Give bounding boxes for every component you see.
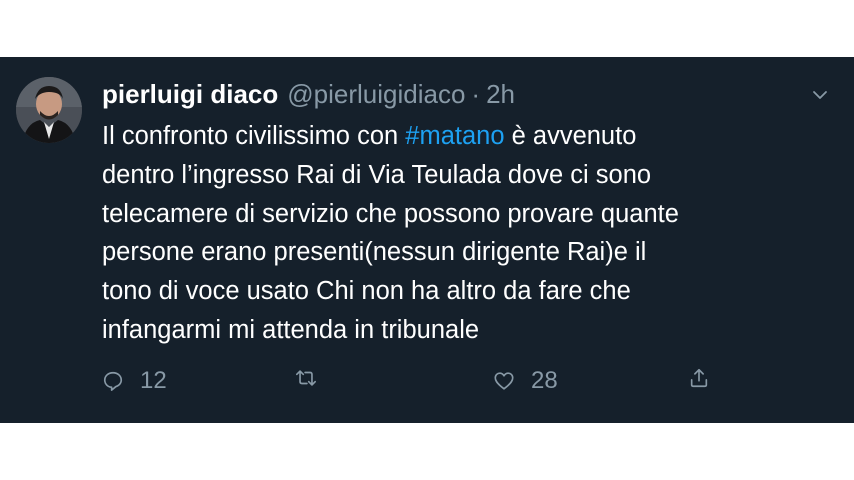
tweet-actions: 12 28 bbox=[102, 367, 722, 401]
share-icon bbox=[690, 368, 708, 388]
retweet-button[interactable] bbox=[295, 367, 333, 389]
tweet-text-after: è avvenuto dentro l’ingresso Rai di Via … bbox=[102, 122, 679, 344]
reply-icon bbox=[103, 371, 123, 391]
hashtag-link[interactable]: #matano bbox=[405, 122, 504, 150]
separator-dot: · bbox=[471, 79, 481, 109]
tweet-timestamp[interactable]: 2h bbox=[486, 79, 515, 110]
author-handle[interactable]: @pierluigidiaco bbox=[287, 79, 465, 110]
tweet-text-before: Il confronto civilissimo con bbox=[102, 122, 406, 150]
retweet-icon bbox=[296, 370, 316, 386]
reply-button[interactable]: 12 bbox=[102, 367, 167, 395]
heart-icon bbox=[494, 372, 514, 390]
avatar-photo bbox=[16, 77, 82, 143]
avatar[interactable] bbox=[16, 77, 82, 143]
like-button[interactable]: 28 bbox=[493, 367, 558, 395]
author-name[interactable]: pierluigi diaco bbox=[102, 79, 278, 110]
like-count: 28 bbox=[531, 367, 558, 394]
tweet-card[interactable]: pierluigi diaco @pierluigidiaco · 2h Il … bbox=[0, 57, 854, 423]
chevron-down-icon[interactable] bbox=[810, 85, 830, 105]
tweet-text: Il confronto civilissimo con #matano è a… bbox=[102, 117, 827, 350]
reply-count: 12 bbox=[140, 367, 167, 394]
tweet-header: pierluigi diaco @pierluigidiaco · 2h bbox=[102, 79, 515, 113]
share-button[interactable] bbox=[688, 367, 726, 389]
